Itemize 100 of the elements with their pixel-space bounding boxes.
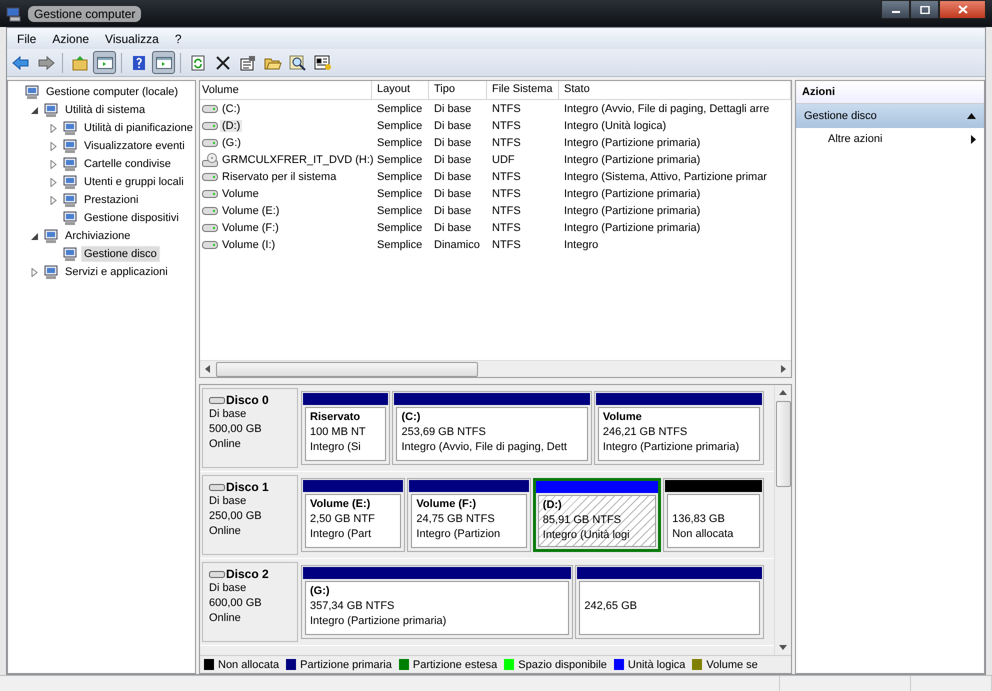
maximize-icon [920, 6, 930, 14]
tree-item[interactable]: Cartelle condivise [81, 156, 174, 172]
partition-block[interactable]: Volume 246,21 GB NTFS Integro (Partizione primaria) [594, 391, 764, 465]
volume-name[interactable]: GRMCULXFRER_IT_DVD (H:) [220, 154, 376, 166]
menu-item[interactable]: Azione [44, 30, 98, 48]
disk-info-panel[interactable]: Disco 2 Di base 600,00 GB Online [202, 562, 298, 642]
partition-size: 246,21 GB NTFS [602, 425, 688, 440]
table-cell-text: NTFS [491, 238, 522, 250]
partition-size: 242,65 GB [584, 599, 638, 614]
action-item[interactable]: Altre azioni [796, 128, 984, 150]
partition-size: 24,75 GB NTFS [416, 512, 496, 527]
tree-item[interactable]: Gestione computer (locale) [43, 84, 182, 100]
disk-type: Di base [209, 581, 248, 596]
tree-item[interactable]: Utilità di pianificazione [81, 120, 195, 136]
partition-name: Riservato [310, 410, 362, 425]
tree-item[interactable]: Utilità di sistema [62, 102, 148, 118]
table-cell-text: Semplice [376, 136, 424, 148]
volume-name[interactable]: Volume (I:) [220, 238, 278, 250]
partition-block[interactable]: 242,65 GB [575, 565, 764, 639]
menu-item[interactable]: File [9, 30, 44, 48]
drive-icon [202, 138, 218, 148]
vertical-scrollbar[interactable] [774, 385, 791, 655]
node-icon [62, 174, 78, 190]
tree-item[interactable]: Archiviazione [62, 228, 134, 244]
partition-block[interactable]: 136,83 GB Non allocata [663, 478, 764, 552]
partition-block[interactable]: Riservato 100 MB NT Integro (Si [301, 391, 390, 465]
tree-item[interactable]: Visualizzatore eventi [81, 138, 188, 154]
partition-size: 136,83 GB [672, 512, 726, 527]
partition-status: Integro (Unità logi [542, 528, 631, 543]
partition-name: Volume (E:) [310, 497, 372, 512]
table-cell-text: Di base [433, 120, 472, 132]
node-icon [62, 246, 78, 262]
table-cell-text: Di base [433, 102, 472, 114]
node-icon [43, 228, 59, 244]
tree-item[interactable]: Utenti e gruppi locali [81, 174, 187, 190]
column-header[interactable]: Layout [372, 81, 429, 99]
table-cell-text: Semplice [376, 222, 424, 234]
disk-info-panel[interactable]: Disco 0 Di base 500,00 GB Online [202, 388, 298, 468]
drive-icon [202, 222, 218, 232]
drive-icon [202, 206, 218, 216]
minimize-button[interactable] [881, 0, 910, 19]
close-icon [958, 5, 968, 14]
tree-item[interactable]: Gestione disco [81, 246, 160, 262]
partition-block[interactable]: Volume (F:) 24,75 GB NTFS Integro (Partizion [407, 478, 531, 552]
tree-item[interactable]: Prestazioni [81, 192, 142, 208]
disk-type: Di base [209, 494, 248, 509]
drive-icon [202, 240, 218, 250]
partition-status: Non allocata [672, 527, 734, 542]
horizontal-scrollbar[interactable] [200, 360, 791, 377]
table-cell-text: Semplice [376, 188, 424, 200]
volume-name[interactable]: Volume (E:) [220, 204, 282, 216]
maximize-button[interactable] [910, 0, 939, 19]
pane-toggle-button[interactable] [93, 51, 116, 74]
drive-icon [202, 188, 218, 198]
disk-info-panel[interactable]: Disco 1 Di base 250,00 GB Online [202, 475, 298, 555]
window-pane-icon [96, 54, 114, 70]
partition-status: Integro (Partizione primaria) [602, 440, 740, 455]
table-cell-text: Di base [433, 154, 472, 166]
optical-drive-icon [202, 152, 218, 166]
column-header[interactable]: Volume [200, 81, 372, 99]
window-title: Gestione computer [28, 6, 142, 22]
legend-label: Partizione primaria [300, 658, 392, 670]
column-header[interactable]: Stato [559, 81, 791, 99]
partition-block[interactable]: (D:) 85,91 GB NTFS Integro (Unità logi [532, 478, 662, 552]
tree-item[interactable]: Servizi e applicazioni [62, 264, 171, 280]
node-icon [62, 120, 78, 136]
collapse-arrow-icon[interactable] [31, 232, 39, 240]
column-header[interactable]: Tipo [429, 81, 487, 99]
expand-arrow-icon[interactable] [31, 268, 39, 276]
node-icon [62, 138, 78, 154]
column-header[interactable]: File Sistema [487, 81, 559, 99]
partition-block[interactable]: Volume (E:) 2,50 GB NTF Integro (Part [301, 478, 406, 552]
pane-toggle-button[interactable] [152, 51, 175, 74]
refresh-icon [188, 54, 206, 70]
partition-name: (D:) [542, 498, 563, 513]
volume-name[interactable]: (D:) [220, 120, 242, 132]
volume-name[interactable]: Volume [220, 188, 261, 200]
partition-size: 253,69 GB NTFS [401, 425, 487, 440]
menu-item[interactable]: Visualizza [97, 30, 167, 48]
menu-item[interactable]: ? [166, 30, 190, 48]
close-button[interactable] [939, 0, 986, 19]
table-cell-text: Semplice [376, 238, 424, 250]
legend-label: Partizione estesa [412, 658, 498, 670]
table-cell-text: Integro (Unità logica) [563, 120, 668, 132]
tree-item[interactable]: Gestione dispositivi [81, 210, 182, 226]
window-pane-icon [154, 54, 172, 70]
disk-name: Disco 0 [226, 393, 269, 407]
actions-section-header[interactable]: Gestione disco [796, 104, 984, 128]
volume-name[interactable]: (G:) [220, 136, 243, 148]
partition-block[interactable]: (C:) 253,69 GB NTFS Integro (Avvio, File di paging, Dett [392, 391, 592, 465]
node-icon [62, 192, 78, 208]
collapse-arrow-icon[interactable] [31, 106, 39, 114]
table-cell-text: Integro (Partizione primaria) [563, 136, 702, 148]
volume-name[interactable]: Riservato per il sistema [220, 170, 338, 182]
table-cell-text: Integro (Avvio, File di paging, Dettagli arre [563, 102, 770, 114]
table-cell-text: Integro [563, 238, 600, 250]
volume-name[interactable]: Volume (F:) [220, 222, 281, 234]
partition-block[interactable]: (G:) 357,34 GB NTFS Integro (Partizione primaria) [301, 565, 574, 639]
table-cell-text: Semplice [376, 120, 424, 132]
volume-name[interactable]: (C:) [220, 102, 242, 114]
